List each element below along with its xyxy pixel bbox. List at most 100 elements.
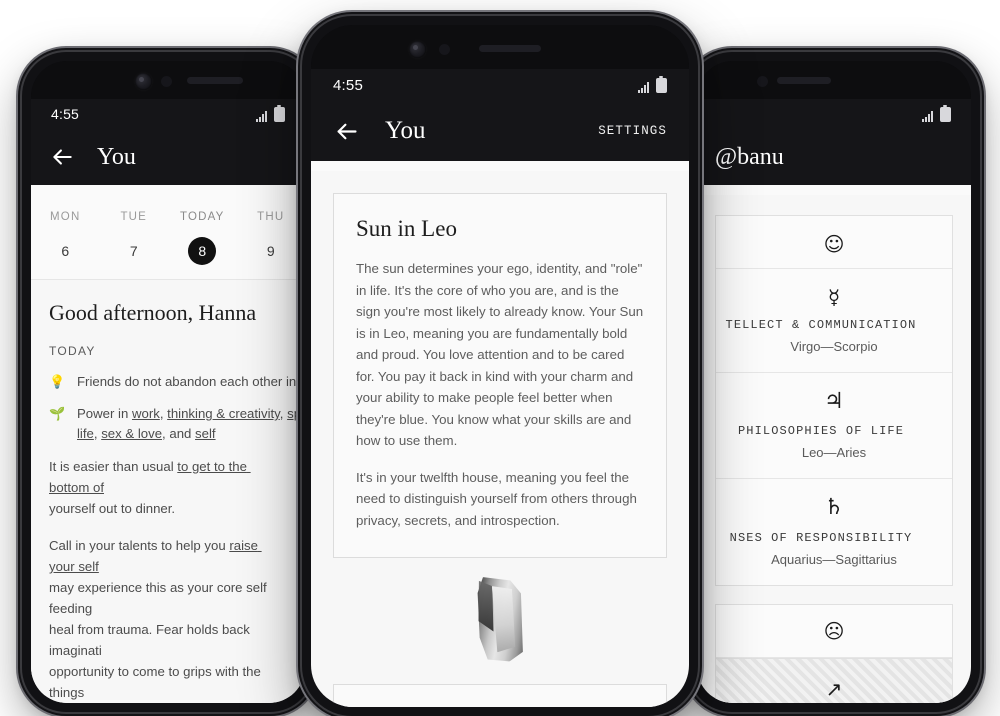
settings-button[interactable]: SETTINGS: [598, 124, 667, 138]
sagittarius-arrow-icon: ↗: [825, 676, 843, 701]
link-sex-love[interactable]: sex & love: [101, 426, 162, 441]
text-segment: , and: [162, 426, 196, 441]
day-number: 9: [266, 243, 275, 259]
card-paragraph-2: It's in your twelfth house, meaning you …: [356, 469, 637, 528]
signal-strength-icon: [922, 110, 933, 122]
paragraph-2: Call in your talents to help you raise y…: [49, 535, 287, 703]
card-title: Sun in Leo: [356, 216, 457, 241]
today-section-label: TODAY: [49, 344, 96, 358]
center-page-title: You: [385, 117, 426, 144]
paragraph-post: may experience this as your core self fe…: [49, 580, 267, 700]
signal-strength-icon: [256, 110, 267, 122]
battery-icon: [656, 75, 667, 93]
text-segment: Power in: [77, 406, 132, 421]
jupiter-icon: ♃: [824, 389, 844, 414]
day-name: TODAY: [179, 211, 225, 223]
right-phone-screen: @banu LITY CHART ☺ ☿ TELLECT & COMMU: [697, 61, 971, 703]
back-arrow-icon[interactable]: [333, 118, 359, 144]
day-item-mon[interactable]: MON 6: [31, 211, 100, 265]
day-number-selected: 8: [188, 237, 217, 265]
chart-row-saturn[interactable]: ♄ NSES OF RESPONSIBILITY Aquarius—Sagitt…: [716, 479, 952, 584]
chart-card: ☺ ☿ TELLECT & COMMUNICATION Virgo—Scorpi…: [715, 215, 953, 586]
paragraph-post: yourself out to dinner.: [49, 501, 176, 516]
list-item: 💡 Friends do not abandon each other in t…: [49, 372, 305, 392]
crystal-image-wrap: [311, 558, 689, 684]
battery-icon: [940, 104, 951, 122]
phone-mockup-scene: 4:55 You UPDATES CHART: [0, 0, 1000, 716]
center-status-time: 4:55: [333, 76, 363, 94]
chart-row-label: NSES OF RESPONSIBILITY: [729, 530, 913, 545]
chart-row-signs: Leo—Aries: [801, 445, 867, 461]
left-content-area: MON 6 TUE 7 TODAY 8 THU 9 Good afternoon…: [31, 195, 305, 703]
list-item-text: Friends do not abandon each other in th: [77, 374, 305, 389]
right-sensor-row: [697, 61, 971, 99]
day-number: 6: [61, 243, 70, 259]
front-camera-icon: [409, 41, 426, 58]
chart-row-jupiter[interactable]: ♃ PHILOSOPHIES OF LIFE Leo—Aries: [716, 373, 952, 480]
day-strip: MON 6 TUE 7 TODAY 8 THU 9: [31, 195, 305, 280]
right-status-bar: [697, 99, 971, 129]
day-name: TUE: [120, 211, 148, 223]
link-work[interactable]: work: [132, 406, 160, 421]
chart-row-hatched[interactable]: ↗: [716, 657, 952, 703]
day-item-tue[interactable]: TUE 7: [100, 211, 169, 265]
battery-icon: [274, 104, 285, 122]
center-app-bar: You SETTINGS: [311, 101, 689, 161]
crystal-quartz-image: [470, 574, 530, 664]
front-camera-icon: [757, 76, 768, 87]
center-sensor-row: [311, 25, 689, 69]
left-app-bar: You: [31, 129, 305, 185]
greeting-heading: Good afternoon, Hanna: [49, 300, 257, 325]
paragraph-1: It is easier than usual to get to the bo…: [49, 456, 287, 519]
signal-strength-icon: [638, 81, 649, 93]
left-phone-screen: 4:55 You UPDATES CHART: [31, 61, 305, 703]
front-camera-icon: [135, 73, 152, 90]
card-moon-in-scorpio[interactable]: Moon in Scorpio: [333, 684, 667, 707]
earpiece-speaker: [777, 77, 831, 84]
neutral-face-icon: ☹: [823, 618, 845, 643]
right-page-title: @banu: [715, 143, 784, 170]
day-item-today[interactable]: TODAY 8: [168, 211, 237, 265]
left-sensor-row: [31, 61, 305, 99]
chart-row-label: TELLECT & COMMUNICATION: [725, 318, 917, 332]
left-status-bar: 4:55: [31, 99, 305, 129]
center-status-bar: 4:55: [311, 69, 689, 101]
card-paragraph-1: The sun determines your ego, identity, a…: [356, 261, 644, 448]
day-name: THU: [257, 211, 285, 223]
right-phone-device: @banu LITY CHART ☺ ☿ TELLECT & COMMU: [688, 52, 980, 712]
left-phone-device: 4:55 You UPDATES CHART: [22, 52, 314, 712]
link-self[interactable]: self: [195, 426, 216, 441]
back-arrow-icon[interactable]: [49, 144, 75, 170]
day-item-thu[interactable]: THU 9: [237, 211, 306, 265]
link-life[interactable]: life: [77, 426, 94, 441]
earpiece-speaker: [479, 45, 541, 52]
proximity-sensor-icon: [161, 76, 172, 87]
chart-card-secondary: ☹ ↗: [715, 603, 953, 703]
paragraph-pre: Call in your talents to help you: [49, 538, 230, 553]
left-status-time: 4:55: [51, 106, 80, 122]
day-number: 7: [129, 243, 138, 259]
day-name: MON: [50, 211, 81, 223]
smiley-face-icon: ☺: [823, 232, 845, 256]
mercury-icon: ☿: [827, 285, 841, 309]
paragraph-pre: It is easier than usual: [49, 459, 178, 474]
chart-row-signs: Aquarius—Sagittarius: [771, 551, 897, 567]
center-content-area: Sun in Leo The sun determines your ego, …: [311, 171, 689, 707]
chart-row-neutral-face[interactable]: ☹: [716, 605, 952, 658]
right-content-area: ☺ ☿ TELLECT & COMMUNICATION Virgo—Scorpi…: [697, 195, 971, 703]
chart-row-signs: Virgo—Scorpio: [790, 339, 878, 354]
center-phone-screen: 4:55 You SETTINGS UPDATES CHA: [311, 25, 689, 707]
updates-body: Good afternoon, Hanna TODAY 💡 Friends do…: [31, 280, 305, 703]
proximity-sensor-icon: [439, 44, 450, 55]
chart-row-smiley[interactable]: ☺: [716, 216, 952, 269]
chart-row-mercury[interactable]: ☿ TELLECT & COMMUNICATION Virgo—Scorpio: [716, 269, 952, 373]
link-thinking-creativity[interactable]: thinking & creativity: [167, 406, 280, 421]
card-sun-in-leo[interactable]: Sun in Leo The sun determines your ego, …: [333, 193, 667, 558]
saturn-icon: ♄: [824, 495, 844, 521]
list-item: 🌱 Power in work, thinking & creativity, …: [49, 404, 305, 444]
list-item-text: Power in work, thinking & creativity, sp…: [77, 404, 305, 444]
seedling-icon: 🌱: [49, 406, 66, 421]
right-app-bar: @banu: [697, 129, 971, 185]
left-page-title: You: [97, 143, 136, 170]
light-bulb-icon: 💡: [49, 374, 66, 389]
